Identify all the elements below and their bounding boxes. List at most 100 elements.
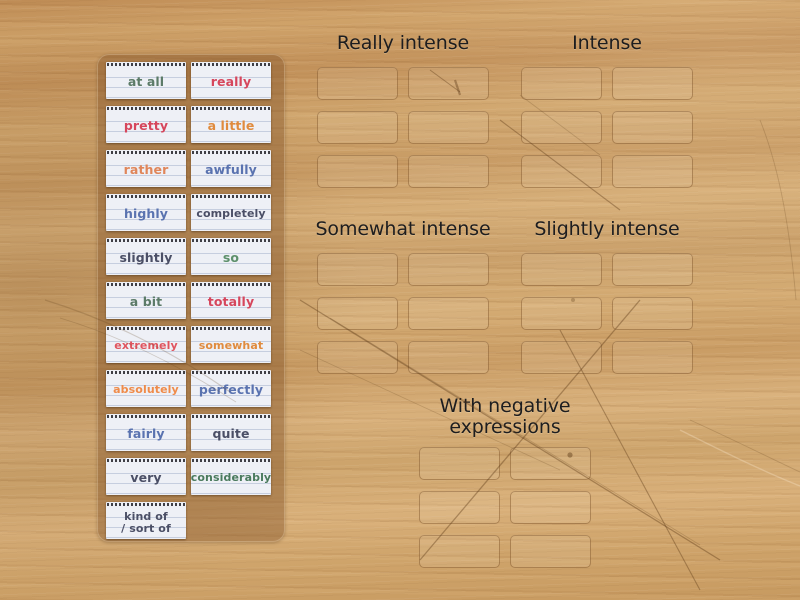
word-card[interactable]: considerably <box>191 458 271 495</box>
perforation-icon <box>106 150 186 156</box>
word-card-label: kind of / sort of <box>121 510 171 535</box>
drop-slot[interactable] <box>419 447 500 480</box>
drop-slot[interactable] <box>408 341 489 374</box>
drop-slot[interactable] <box>317 111 398 144</box>
drop-slot[interactable] <box>612 67 693 100</box>
word-card-label: extremely <box>114 339 178 353</box>
perforation-icon <box>106 414 186 420</box>
drop-group-slightly-intense[interactable]: Slightly intense <box>521 218 693 379</box>
word-card-label: considerably <box>191 471 271 485</box>
word-card[interactable]: rather <box>106 150 186 187</box>
group-title: Really intense <box>336 32 470 54</box>
perforation-icon <box>106 282 186 288</box>
drop-slot[interactable] <box>521 297 602 330</box>
word-card[interactable]: really <box>191 62 271 99</box>
word-card[interactable]: pretty <box>106 106 186 143</box>
drop-slot[interactable] <box>521 111 602 144</box>
word-card[interactable]: awfully <box>191 150 271 187</box>
perforation-icon <box>106 106 186 112</box>
card-grid: at all really pretty a little rather awf… <box>97 62 285 546</box>
word-card-label: rather <box>123 162 169 178</box>
drop-slot[interactable] <box>317 253 398 286</box>
drop-slot[interactable] <box>317 155 398 188</box>
tray-inner: at all really pretty a little rather awf… <box>97 54 285 542</box>
word-card-tray[interactable]: at all really pretty a little rather awf… <box>97 54 285 542</box>
word-card[interactable]: very <box>106 458 186 495</box>
word-card-label: fairly <box>127 426 165 442</box>
word-card[interactable]: slightly <box>106 238 186 275</box>
drop-slot[interactable] <box>521 253 602 286</box>
drop-slot[interactable] <box>408 297 489 330</box>
group-title: Slightly intense <box>534 218 680 240</box>
word-card[interactable]: perfectly <box>191 370 271 407</box>
perforation-icon <box>106 326 186 332</box>
drop-slot[interactable] <box>317 341 398 374</box>
drop-slot[interactable] <box>408 111 489 144</box>
word-card[interactable]: a bit <box>106 282 186 319</box>
group-title: Somewhat intense <box>315 218 491 240</box>
perforation-icon <box>191 282 271 288</box>
drop-slot[interactable] <box>521 155 602 188</box>
word-card[interactable]: at all <box>106 62 186 99</box>
word-card-label: completely <box>196 207 266 221</box>
drop-slot[interactable] <box>612 155 693 188</box>
word-card-label: highly <box>123 206 169 222</box>
activity-board: at all really pretty a little rather awf… <box>0 0 800 600</box>
drop-slot[interactable] <box>521 67 602 100</box>
perforation-icon <box>106 370 186 376</box>
word-card-label: pretty <box>123 118 169 134</box>
word-card-label: absolutely <box>113 383 179 397</box>
word-card-label: slightly <box>119 250 173 266</box>
group-title: With negative expressions <box>439 395 571 439</box>
drop-slot[interactable] <box>408 253 489 286</box>
word-card[interactable]: absolutely <box>106 370 186 407</box>
word-card[interactable]: fairly <box>106 414 186 451</box>
perforation-icon <box>191 414 271 420</box>
word-card[interactable]: kind of / sort of <box>106 502 186 539</box>
drop-slot[interactable] <box>510 447 591 480</box>
perforation-icon <box>191 150 271 156</box>
drop-group-intense[interactable]: Intense <box>521 32 693 193</box>
perforation-icon <box>191 194 271 200</box>
perforation-icon <box>191 370 271 376</box>
group-title: Intense <box>572 32 642 54</box>
word-card[interactable]: somewhat <box>191 326 271 363</box>
drop-group-with-negative-expressions[interactable]: With negative expressions <box>419 395 591 576</box>
perforation-icon <box>191 458 271 464</box>
drop-slot[interactable] <box>419 535 500 568</box>
drop-slot[interactable] <box>408 155 489 188</box>
drop-group-somewhat-intense[interactable]: Somewhat intense <box>315 218 491 379</box>
perforation-icon <box>191 62 271 68</box>
word-card[interactable]: highly <box>106 194 186 231</box>
drop-group-really-intense[interactable]: Really intense <box>317 32 489 193</box>
word-card[interactable]: totally <box>191 282 271 319</box>
word-card[interactable]: completely <box>191 194 271 231</box>
drop-slot[interactable] <box>612 253 693 286</box>
word-card-label: so <box>222 250 240 266</box>
word-card-label: a bit <box>129 294 163 310</box>
drop-slot[interactable] <box>419 491 500 524</box>
word-card[interactable]: extremely <box>106 326 186 363</box>
drop-slot[interactable] <box>317 297 398 330</box>
word-card-label: perfectly <box>198 382 264 398</box>
perforation-icon <box>106 62 186 68</box>
drop-slot[interactable] <box>510 491 591 524</box>
word-card-label: somewhat <box>198 339 264 353</box>
drop-slot[interactable] <box>510 535 591 568</box>
drop-slot[interactable] <box>612 111 693 144</box>
word-card[interactable]: quite <box>191 414 271 451</box>
word-card[interactable]: a little <box>191 106 271 143</box>
word-card-label: a little <box>207 118 255 134</box>
perforation-icon <box>106 194 186 200</box>
drop-slot[interactable] <box>408 67 489 100</box>
word-card[interactable]: so <box>191 238 271 275</box>
drop-slot[interactable] <box>612 297 693 330</box>
word-card-label: at all <box>127 74 165 90</box>
drop-slot[interactable] <box>612 341 693 374</box>
drop-slot[interactable] <box>521 341 602 374</box>
word-card-label: awfully <box>205 162 257 178</box>
perforation-icon <box>106 458 186 464</box>
word-card-label: very <box>130 470 162 486</box>
word-card-label: totally <box>207 294 255 310</box>
drop-slot[interactable] <box>317 67 398 100</box>
